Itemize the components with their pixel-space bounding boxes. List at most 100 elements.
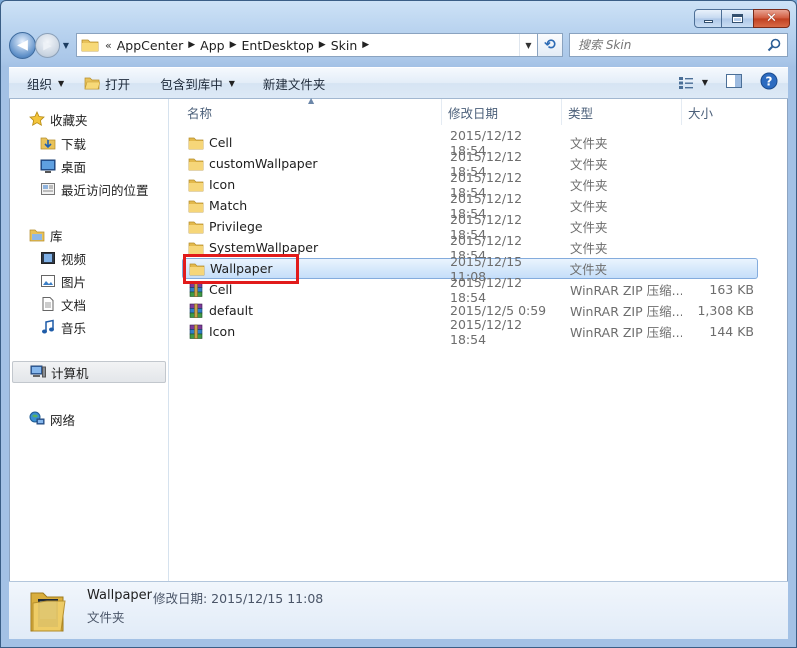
nav-libraries-label: 库 (50, 228, 63, 244)
file-type: 文件夹 (570, 178, 608, 193)
file-name-cell[interactable]: customWallpaper (182, 156, 442, 172)
details-view-icon (678, 76, 693, 89)
refresh-icon: ⟲ (544, 37, 556, 53)
search-input[interactable] (578, 38, 768, 52)
nav-desktop-label: 桌面 (61, 159, 87, 175)
sort-ascending-icon: ▲ (308, 96, 315, 105)
close-icon: ✕ (766, 11, 777, 26)
file-row[interactable]: Icon 2015/12/12 18:54 WinRAR ZIP 压缩... 144 … (182, 317, 758, 347)
file-name-cell[interactable]: Cell (182, 135, 442, 151)
file-type: WinRAR ZIP 压缩... (570, 325, 682, 340)
column-header-name[interactable]: 名称 ▲ (170, 96, 442, 125)
file-name-cell[interactable]: Icon (182, 324, 442, 340)
nav-desktop[interactable]: 桌面 (10, 155, 168, 177)
search-box[interactable] (569, 33, 788, 57)
nav-computer-label: 计算机 (51, 365, 89, 381)
minimize-button[interactable] (694, 9, 722, 28)
file-size: 144 KB (709, 324, 754, 339)
breadcrumb-separator-icon[interactable]: ▶ (230, 40, 237, 50)
documents-icon (40, 296, 56, 312)
winrar-zip-icon (188, 324, 204, 340)
music-icon (40, 319, 56, 335)
svg-text:?: ? (766, 75, 773, 89)
file-name: Icon (209, 177, 236, 192)
column-header-type[interactable]: 类型 (562, 99, 682, 125)
nav-music[interactable]: 音乐 (10, 316, 168, 338)
organize-button[interactable]: 组织 ▼ (19, 71, 72, 95)
breadcrumb-overflow[interactable]: « (105, 39, 112, 52)
file-type: 文件夹 (570, 199, 608, 214)
maximize-icon (732, 14, 743, 23)
details-file-name: Wallpaper (87, 588, 153, 603)
include-library-label: 包含到库中 (160, 76, 223, 92)
file-name: SystemWallpaper (209, 240, 319, 255)
downloads-folder-icon (40, 135, 56, 151)
view-controls: ▼ ? (670, 72, 778, 93)
file-name-cell[interactable]: Match (182, 198, 442, 214)
file-size: 163 KB (709, 282, 754, 297)
nav-pictures[interactable]: 图片 (10, 270, 168, 292)
preview-pane-button[interactable] (726, 74, 742, 91)
details-pane: Wallpaper 修改日期: 2015/12/15 11:08 文件夹 (9, 581, 788, 639)
navigation-pane: 收藏夹 下载 桌面 最近访问的位置 库 视频 图片 文档 音乐 计算机 网络 (10, 99, 169, 581)
nav-downloads[interactable]: 下载 (10, 132, 168, 154)
close-button[interactable]: ✕ (753, 9, 790, 28)
chevron-down-icon[interactable]: ▼ (702, 78, 708, 87)
help-icon: ? (760, 72, 778, 90)
computer-icon (30, 364, 46, 380)
network-icon (29, 411, 45, 427)
file-name-cell[interactable]: default (182, 303, 442, 319)
file-type: 文件夹 (570, 136, 608, 151)
folder-icon (81, 39, 99, 52)
nav-documents[interactable]: 文档 (10, 293, 168, 315)
file-type: 文件夹 (570, 220, 608, 235)
nav-computer[interactable]: 计算机 (12, 361, 166, 383)
maximize-button[interactable] (721, 9, 754, 28)
nav-documents-label: 文档 (61, 297, 87, 313)
include-in-library-button[interactable]: 包含到库中 ▼ (152, 71, 243, 95)
breadcrumb-separator-icon[interactable]: ▶ (319, 40, 326, 50)
file-name-cell[interactable]: Icon (182, 177, 442, 193)
nav-libraries[interactable]: 库 (10, 224, 168, 246)
file-size: 1,308 KB (697, 303, 754, 318)
chevron-down-icon: ▼ (525, 40, 532, 50)
file-name: Match (209, 198, 248, 213)
open-button[interactable]: 打开 (76, 71, 138, 95)
recent-pages-dropdown[interactable]: ▼ (60, 41, 72, 50)
breadcrumb-entdesktop[interactable]: EntDesktop (242, 38, 314, 53)
new-folder-button[interactable]: 新建文件夹 (255, 71, 334, 95)
file-type: 文件夹 (570, 157, 608, 172)
column-header-size[interactable]: 大小 (682, 99, 762, 125)
address-dropdown-button[interactable]: ▼ (519, 34, 537, 56)
file-type: 文件夹 (569, 262, 608, 277)
explorer-window: ✕ ◀ ▶ ▼ « AppCenter ▶ App ▶ EntDesktop ▶… (0, 0, 797, 648)
nav-downloads-label: 下载 (61, 136, 87, 152)
back-button[interactable]: ◀ (9, 31, 36, 59)
search-icon[interactable] (767, 38, 781, 52)
folder-icon (188, 135, 204, 151)
folder-icon (188, 177, 204, 193)
nav-videos[interactable]: 视频 (10, 247, 168, 269)
file-type: WinRAR ZIP 压缩... (570, 304, 682, 319)
column-header-date[interactable]: 修改日期 (442, 99, 562, 125)
file-name: default (209, 303, 253, 318)
change-view-button[interactable]: ▼ (678, 76, 708, 90)
nav-recent-places[interactable]: 最近访问的位置 (10, 178, 168, 200)
refresh-button[interactable]: ⟲ (538, 33, 563, 57)
help-button[interactable]: ? (760, 72, 778, 93)
file-name-cell[interactable]: Privilege (182, 219, 442, 235)
folder-icon (188, 198, 204, 214)
breadcrumb-skin[interactable]: Skin (331, 38, 358, 53)
address-bar[interactable]: « AppCenter ▶ App ▶ EntDesktop ▶ Skin ▶ … (76, 33, 538, 57)
content-area: 收藏夹 下载 桌面 最近访问的位置 库 视频 图片 文档 音乐 计算机 网络 名… (9, 96, 788, 581)
forward-arrow-icon: ▶ (43, 38, 52, 52)
forward-button[interactable]: ▶ (35, 32, 60, 58)
breadcrumb-app[interactable]: App (200, 38, 224, 53)
breadcrumb-appcenter[interactable]: AppCenter (117, 38, 184, 53)
recent-places-icon (40, 181, 56, 197)
breadcrumb-separator-icon[interactable]: ▶ (362, 40, 369, 50)
large-folder-icon (30, 592, 66, 632)
breadcrumb-separator-icon[interactable]: ▶ (188, 40, 195, 50)
nav-favorites[interactable]: 收藏夹 (10, 108, 168, 130)
nav-network[interactable]: 网络 (10, 408, 168, 430)
